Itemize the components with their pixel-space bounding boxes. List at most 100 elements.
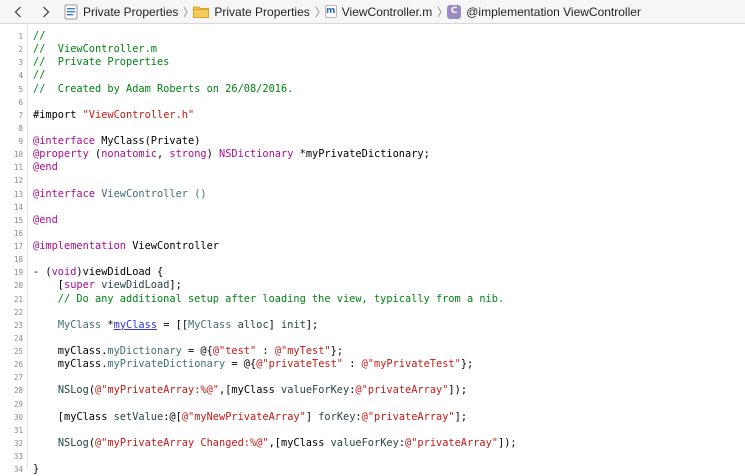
forward-arrow-icon[interactable] (36, 0, 56, 24)
line-number: 12 (13, 176, 23, 186)
code-token: @"myPrivateArray:%@" (95, 384, 220, 397)
code-line[interactable]: 10 @property (nonatomic, strong) NSDictio… (0, 148, 745, 161)
line-number: 1 (18, 32, 23, 41)
objc-m-file-icon: m (324, 5, 337, 18)
code-line[interactable]: 25 myClass.myDictionary = @{@"test" : @"… (0, 345, 745, 358)
code-line[interactable]: 2 // ViewController.m (0, 43, 745, 56)
code-token: )viewDidLoad { (76, 266, 164, 279)
breadcrumb-separator-icon (315, 6, 320, 18)
code-line[interactable]: 4 // (0, 69, 745, 82)
code-line[interactable]: 23 MyClass *myClass = [[MyClass alloc] i… (0, 319, 745, 332)
breadcrumb-project-label: Private Properties (83, 4, 179, 19)
code-token: } (33, 463, 40, 476)
code-line[interactable]: 3 // Private Properties (0, 56, 745, 69)
code-text: @end (33, 161, 58, 174)
breadcrumb-project[interactable]: Private Properties (64, 0, 178, 24)
code-token: @"privateArray" (355, 384, 449, 397)
code-line[interactable]: 31 (0, 424, 745, 437)
code-token: ]); (498, 436, 517, 449)
code-line[interactable]: 16 (0, 227, 745, 240)
line-number: 6 (18, 97, 23, 107)
code-line[interactable]: 5 // Created by Adam Roberts on 26/08/201… (0, 83, 745, 96)
code-token: ]); (448, 384, 468, 397)
code-line[interactable]: 22 (0, 306, 745, 319)
code-line[interactable]: 12 (0, 174, 745, 187)
breadcrumb-symbol[interactable]: C @implementation ViewController (447, 0, 641, 24)
code-token: @"myNewPrivateArray" (181, 410, 306, 423)
code-token: #import (33, 108, 83, 121)
line-number: 9 (18, 137, 23, 146)
code-line[interactable]: 33 (0, 450, 745, 463)
back-arrow-icon[interactable] (8, 0, 28, 24)
code-line[interactable]: 7 #import "ViewController.h" (0, 109, 745, 122)
line-number: 15 (13, 215, 23, 225)
code-token: , (157, 148, 170, 161)
code-line[interactable]: 21 // Do any additional setup after load… (0, 293, 745, 306)
code-token: viewDidLoad (101, 279, 170, 292)
breadcrumb-file[interactable]: m ViewController.m (324, 0, 432, 24)
code-line[interactable]: 1 // (0, 30, 745, 43)
code-token: :@[ (163, 410, 182, 423)
code-token: = @{ (225, 358, 257, 371)
code-text: [myClass setValue:@[@"myNewPrivateArray"… (33, 411, 467, 424)
code-token: // Do any additional setup after loading… (33, 292, 505, 305)
code-text: // Private Properties (33, 56, 169, 69)
xcode-project-icon (64, 4, 78, 20)
line-number: 24 (13, 333, 23, 343)
code-line[interactable]: 24 (0, 332, 745, 345)
code-line[interactable]: 30 [myClass setValue:@[@"myNewPrivateArr… (0, 411, 745, 424)
code-line[interactable]: 29 (0, 398, 745, 411)
code-line[interactable]: 18 (0, 253, 745, 266)
breadcrumb-separator-icon (437, 6, 442, 18)
code-token: ,[myClass (268, 436, 331, 449)
breadcrumb-folder[interactable]: Private Properties (193, 0, 310, 24)
code-line[interactable]: 17 @implementation ViewController (0, 240, 745, 253)
line-number: 8 (18, 123, 23, 133)
code-line[interactable]: 26 myClass.myPrivateDictionary = @{@"pri… (0, 358, 745, 371)
code-text: // Do any additional setup after loading… (33, 293, 504, 306)
code-token: // (33, 30, 46, 42)
code-token: }; (460, 358, 474, 371)
code-line[interactable]: 6 (0, 96, 745, 109)
code-line[interactable]: 11 @end (0, 161, 745, 174)
code-line[interactable]: 14 (0, 201, 745, 214)
code-line[interactable]: 19 - (void)viewDidLoad { (0, 266, 745, 279)
code-token: = @{ (181, 345, 213, 357)
line-number: 20 (13, 281, 23, 291)
code-token: init (281, 318, 306, 331)
line-number: 16 (13, 228, 23, 238)
code-line[interactable]: 9 @interface MyClass(Private) (0, 135, 745, 148)
code-line[interactable]: 28 NSLog(@"myPrivateArray:%@",[myClass v… (0, 384, 745, 397)
line-number: 22 (13, 307, 23, 317)
code-token: @"privateTest" (256, 358, 343, 371)
code-token: MyClass (57, 318, 102, 331)
code-line[interactable]: 32 NSLog(@"myPrivateArray Changed:%@",[m… (0, 437, 745, 450)
code-token: @"privateArray" (405, 436, 499, 449)
code-text: // (33, 30, 45, 43)
code-token: // Private Properties (33, 56, 170, 69)
code-text: @property (nonatomic, strong) NSDictiona… (33, 148, 430, 161)
line-number: 32 (13, 438, 23, 448)
code-lines: 1 // 2 // ViewController.m 3 // Private Prope… (0, 30, 745, 476)
code-line[interactable]: 20 [super viewDidLoad]; (0, 279, 745, 292)
line-number: 3 (18, 58, 23, 68)
code-line[interactable]: 15 @end (0, 214, 745, 227)
code-line[interactable]: 8 (0, 122, 745, 135)
code-line[interactable]: 13 @interface ViewController () (0, 188, 745, 201)
code-token: @"myPrivateTest" (361, 358, 461, 371)
code-line[interactable]: 27 (0, 371, 745, 384)
code-token: ]; (454, 410, 468, 423)
code-token: valueForKey (281, 384, 350, 397)
code-editor[interactable]: 1 // 2 // ViewController.m 3 // Private Prope… (0, 24, 745, 475)
code-token: "ViewController.h" (82, 108, 195, 121)
line-number: 27 (13, 373, 23, 383)
line-number: 10 (13, 150, 23, 160)
code-text: // ViewController.m (33, 43, 157, 56)
code-token: // Created by Adam Roberts on 26/08/2016… (33, 82, 294, 95)
code-token: *myPrivateDictionary; (293, 148, 430, 161)
code-token: @interface (33, 187, 95, 200)
line-number: 13 (13, 189, 23, 199)
code-token: @end (33, 213, 58, 226)
code-text: myClass.myPrivateDictionary = @{@"privat… (33, 358, 473, 371)
